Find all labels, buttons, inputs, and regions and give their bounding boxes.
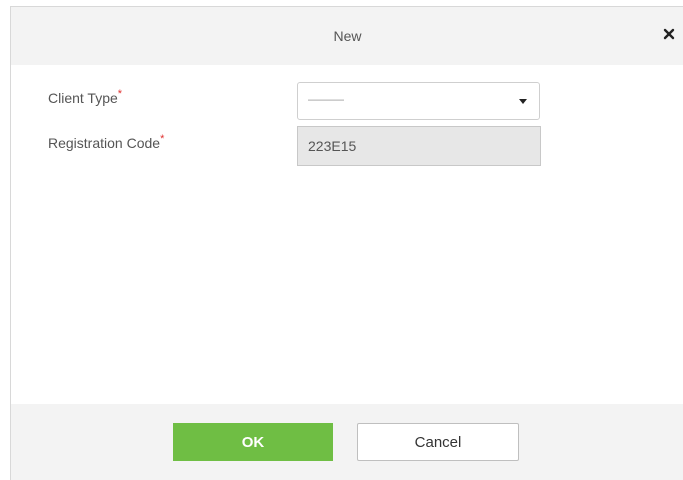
ok-button[interactable]: OK [173, 423, 333, 461]
close-button[interactable] [656, 21, 682, 47]
required-asterisk: * [117, 88, 123, 100]
registration-code-label-text: Registration Code [48, 135, 161, 151]
cancel-button[interactable]: Cancel [357, 423, 519, 461]
client-type-select[interactable]: ——— [297, 82, 540, 120]
dialog-title: New [333, 28, 362, 44]
close-icon [663, 28, 675, 40]
client-type-label-text: Client Type [48, 90, 118, 106]
registration-code-field[interactable] [297, 126, 541, 166]
new-client-dialog: New Client Type* ——— Registration Code* … [10, 6, 683, 480]
client-type-selected-value: ——— [308, 92, 344, 106]
required-asterisk: * [160, 133, 165, 145]
registration-code-label: Registration Code* [48, 133, 165, 151]
dialog-header: New [11, 7, 683, 65]
dialog-footer: OK Cancel [11, 404, 683, 480]
client-type-label: Client Type* [48, 88, 123, 106]
caret-down-icon [519, 99, 527, 104]
